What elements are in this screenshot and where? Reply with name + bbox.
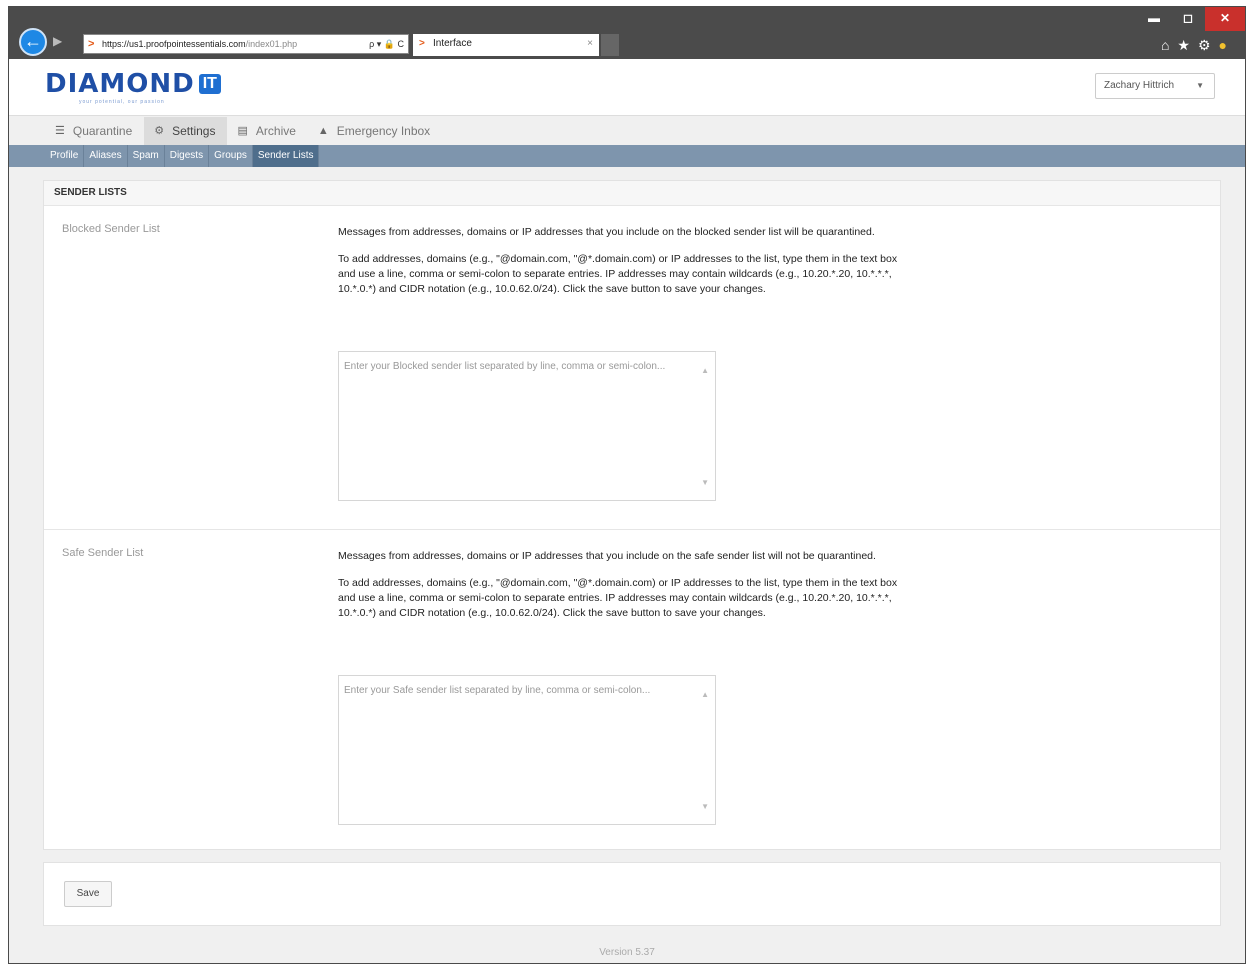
- blocked-sender-description: Messages from addresses, domains or IP a…: [338, 225, 898, 309]
- sender-lists-panel: SENDER LISTS Blocked Sender List Message…: [43, 180, 1221, 850]
- logo-text: DIAMOND: [45, 69, 195, 99]
- favorites-star-icon[interactable]: ★: [1177, 37, 1198, 53]
- logo-tagline: your potential, our passion: [79, 99, 165, 105]
- nav-archive[interactable]: ▤ Archive: [227, 117, 307, 145]
- nav-label: Emergency Inbox: [336, 124, 431, 138]
- home-icon[interactable]: ⌂: [1161, 37, 1177, 53]
- subnav-profile[interactable]: Profile: [45, 145, 85, 167]
- close-icon[interactable]: ✕: [1205, 7, 1245, 31]
- safe-desc-2: To add addresses, domains (e.g., "@domai…: [338, 577, 898, 619]
- nav-label: Settings: [172, 124, 216, 138]
- safe-desc-1: Messages from addresses, domains or IP a…: [338, 550, 876, 562]
- safe-sender-label: Safe Sender List: [62, 547, 144, 559]
- blocked-sender-label: Blocked Sender List: [62, 223, 160, 235]
- version-text: Version 5.37: [599, 947, 655, 958]
- scroll-down-icon[interactable]: ▼: [701, 476, 709, 490]
- subnav-digests[interactable]: Digests: [165, 145, 210, 167]
- safe-sender-description: Messages from addresses, domains or IP a…: [338, 549, 898, 633]
- subnav-spam[interactable]: Spam: [128, 145, 165, 167]
- save-panel: Save: [43, 862, 1221, 926]
- settings-subnav: Profile Aliases Spam Digests Groups Send…: [9, 145, 1245, 167]
- gear-icon: ⚙: [154, 125, 165, 137]
- url-path: /index01.php: [245, 39, 298, 49]
- scroll-up-icon[interactable]: ▲: [701, 364, 709, 378]
- user-name: Zachary Hittrich: [1104, 80, 1175, 91]
- subnav-groups[interactable]: Groups: [209, 145, 253, 167]
- nav-label: Archive: [255, 124, 296, 138]
- main-nav: ☰ Quarantine ⚙ Settings ▤ Archive ▲ Emer…: [45, 117, 442, 145]
- safe-sender-section: Safe Sender List Messages from addresses…: [44, 529, 1220, 851]
- safe-sender-textarea[interactable]: Enter your Safe sender list separated by…: [338, 675, 716, 825]
- subnav-aliases[interactable]: Aliases: [84, 145, 128, 167]
- archive-icon: ▤: [237, 125, 248, 137]
- app-header: DIAMOND IT your potential, our passion Z…: [9, 59, 1245, 116]
- blocked-desc-2: To add addresses, domains (e.g., "@domai…: [338, 253, 898, 295]
- save-button[interactable]: Save: [64, 881, 112, 907]
- address-bar[interactable]: > https://us1.proofpointessentials.com/i…: [83, 34, 409, 54]
- certificate-warning-icon: >: [88, 38, 95, 50]
- inbox-icon: ▲: [317, 125, 329, 137]
- company-logo: DIAMOND IT: [45, 69, 221, 99]
- address-tools[interactable]: ρ ▾ 🔒 C: [369, 35, 404, 53]
- scroll-down-icon[interactable]: ▼: [701, 800, 709, 814]
- scroll-up-icon[interactable]: ▲: [701, 688, 709, 702]
- browser-chrome: ← ▶ > https://us1.proofpointessentials.c…: [9, 7, 1245, 59]
- browser-window: ← ▶ > https://us1.proofpointessentials.c…: [8, 6, 1246, 964]
- nav-settings[interactable]: ⚙ Settings: [144, 117, 228, 145]
- forward-arrow-icon[interactable]: ▶: [53, 34, 62, 48]
- feedback-smiley-icon[interactable]: ●: [1219, 37, 1235, 53]
- browser-toolbar-icons: ⌂★⚙●: [1161, 37, 1235, 54]
- list-icon: ☰: [55, 125, 65, 137]
- blocked-sender-textarea[interactable]: Enter your Blocked sender list separated…: [338, 351, 716, 501]
- blocked-sender-section: Blocked Sender List Messages from addres…: [44, 205, 1220, 530]
- nav-label: Quarantine: [72, 124, 133, 138]
- safe-placeholder: Enter your Safe sender list separated by…: [344, 685, 651, 696]
- subnav-sender-lists[interactable]: Sender Lists: [252, 145, 320, 167]
- panel-title: SENDER LISTS: [44, 181, 1220, 206]
- logo-badge: IT: [198, 74, 221, 94]
- new-tab-button[interactable]: [601, 34, 619, 56]
- tools-gear-icon[interactable]: ⚙: [1198, 37, 1219, 53]
- nav-quarantine[interactable]: ☰ Quarantine: [45, 117, 144, 145]
- tab-close-icon[interactable]: ×: [587, 34, 593, 54]
- maximize-icon[interactable]: ◻: [1171, 7, 1205, 31]
- blocked-placeholder: Enter your Blocked sender list separated…: [344, 361, 666, 372]
- blocked-desc-1: Messages from addresses, domains or IP a…: [338, 226, 875, 238]
- url-host: https://us1.proofpointessentials.com: [102, 39, 246, 49]
- nav-emergency-inbox[interactable]: ▲ Emergency Inbox: [308, 117, 442, 145]
- chevron-down-icon: ▼: [1196, 81, 1204, 90]
- tab-title: Interface: [433, 38, 472, 49]
- browser-tab[interactable]: > Interface ×: [413, 34, 599, 56]
- minimize-icon[interactable]: ▬: [1137, 7, 1171, 31]
- window-controls: ▬ ◻ ✕: [1137, 7, 1245, 31]
- tab-warning-icon: >: [419, 38, 425, 49]
- user-menu-button[interactable]: Zachary Hittrich ▼: [1095, 73, 1215, 99]
- back-arrow-icon[interactable]: ←: [19, 28, 47, 56]
